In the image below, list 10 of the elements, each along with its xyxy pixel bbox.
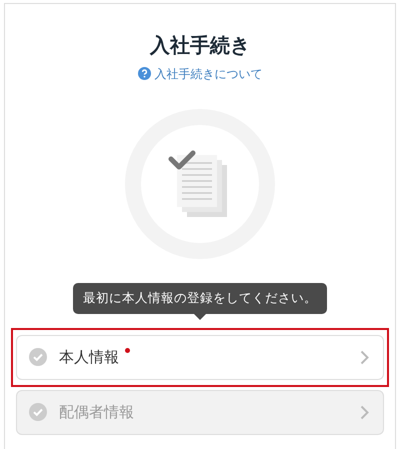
page-title: 入社手続き xyxy=(148,32,251,59)
tooltip: 最初に本人情報の登録をしてください。 xyxy=(73,283,327,314)
chevron-icon xyxy=(360,350,369,365)
section-item[interactable]: 本人情報 xyxy=(16,334,384,380)
help-link[interactable]: 入社手続きについて xyxy=(138,64,262,82)
tooltip-pointer xyxy=(194,314,206,320)
help-icon xyxy=(138,67,150,80)
chevron-icon xyxy=(360,404,369,420)
check-icon xyxy=(29,348,47,366)
check-icon xyxy=(29,403,47,422)
